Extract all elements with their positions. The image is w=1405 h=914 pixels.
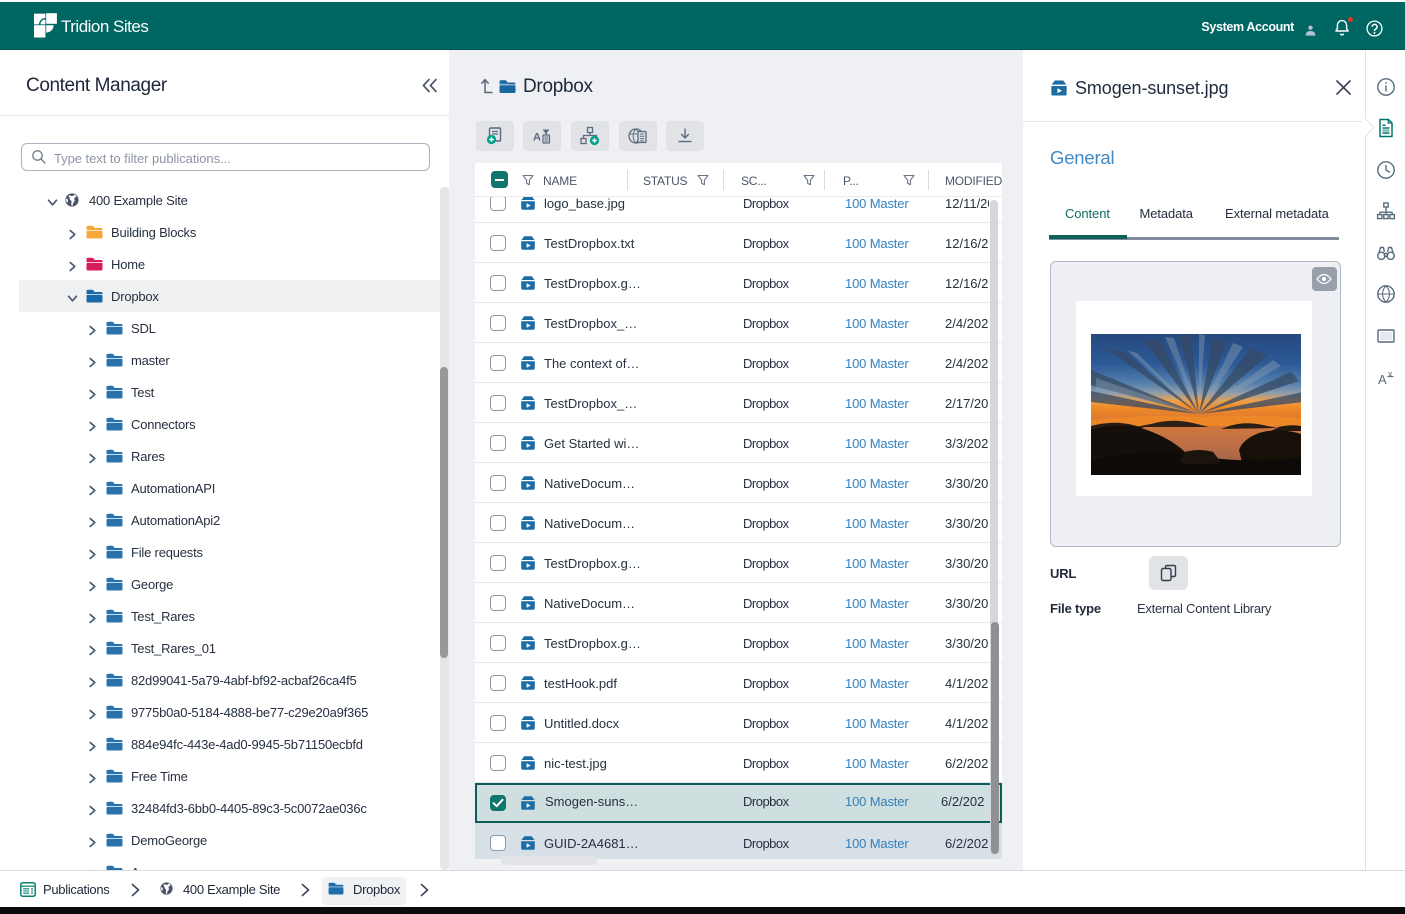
svg-text:A: A: [533, 132, 541, 144]
svg-text:A: A: [1378, 372, 1387, 387]
svg-text:x: x: [1388, 369, 1393, 379]
